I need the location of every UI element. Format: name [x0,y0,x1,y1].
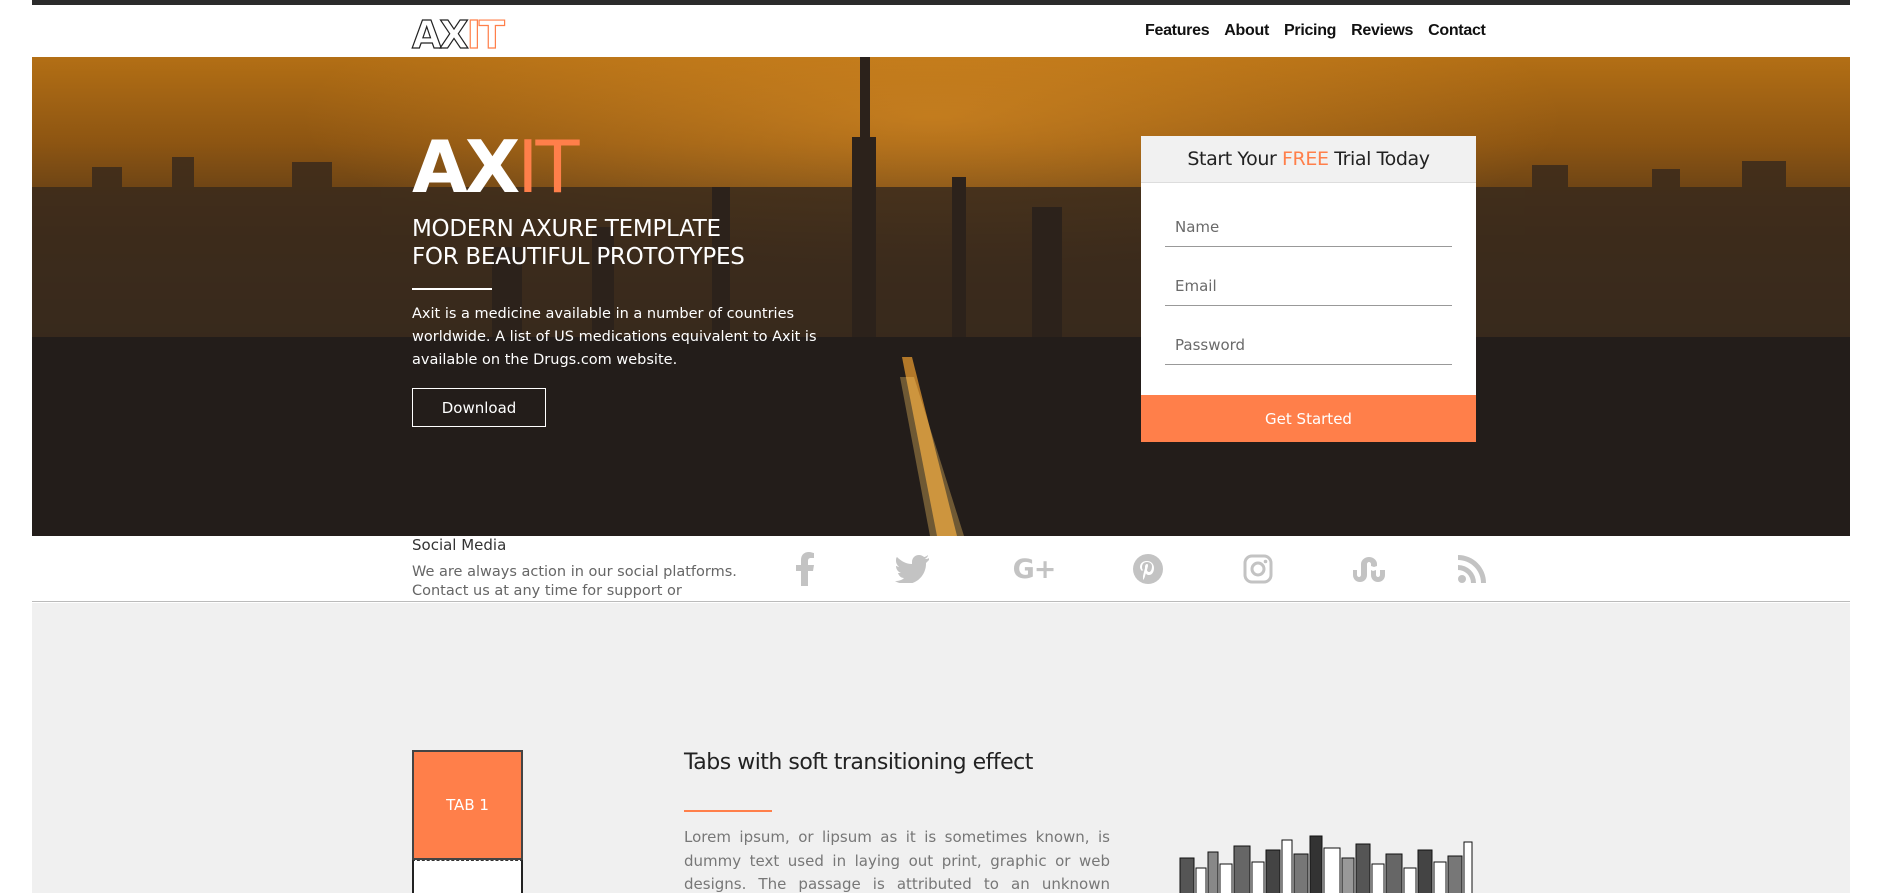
facebook-icon[interactable] [785,549,825,589]
logo-ax: AX [411,13,469,57]
hero-divider [412,288,492,290]
nav-links: Features About Pricing Reviews Contact [1145,22,1486,40]
name-field[interactable] [1165,207,1452,247]
social-title: Social Media [412,536,507,554]
logo-it: IT [466,13,505,57]
nav-link-pricing[interactable]: Pricing [1284,22,1336,40]
trial-heading-free: FREE [1282,148,1329,170]
trial-heading-post: Trial Today [1328,148,1430,170]
city-background-image [32,57,1850,536]
hero-subtitle-line1: MODERN AXURE TEMPLATE [412,216,721,242]
trial-heading: Start Your FREE Trial Today [1141,136,1476,183]
twitter-icon[interactable] [892,549,932,589]
rss-icon[interactable] [1452,549,1492,589]
trial-heading-pre: Start Your [1187,148,1283,170]
instagram-icon[interactable] [1238,549,1278,589]
google-plus-icon[interactable]: G+ [1012,549,1057,589]
tab-2[interactable] [412,860,523,893]
get-started-button[interactable]: Get Started [1141,395,1476,442]
email-field[interactable] [1165,266,1452,306]
hero-section: AXIT MODERN AXURE TEMPLATE FOR BEAUTIFUL… [32,57,1850,536]
nav-link-about[interactable]: About [1224,22,1269,40]
tabs-body-text: Lorem ipsum, or lipsum as it is sometime… [684,828,1110,893]
hero-description: Axit is a medicine available in a number… [412,306,817,368]
logo[interactable]: AXIT [411,13,505,57]
stumbleupon-icon[interactable] [1348,549,1388,589]
hero-subtitle: MODERN AXURE TEMPLATE FOR BEAUTIFUL PROT… [412,215,832,271]
nav-link-reviews[interactable]: Reviews [1351,22,1413,40]
hero-title-ax: AX [412,125,520,209]
download-button[interactable]: Download [412,388,546,427]
tabs-section: TAB 1 Tabs with soft transitioning effec… [32,603,1850,893]
pinterest-icon[interactable] [1128,549,1168,589]
hero-title: AXIT [412,125,579,209]
tabs-divider [684,810,772,812]
trial-signup-card: Start Your FREE Trial Today Get Started [1141,136,1476,442]
nav-link-contact[interactable]: Contact [1428,22,1486,40]
tabs-title: Tabs with soft transitioning effect [684,750,1033,775]
hero-subtitle-line2: FOR BEAUTIFUL PROTOTYPES [412,244,745,270]
social-media-section: Social Media We are always action in our… [32,536,1850,618]
nav-link-features[interactable]: Features [1145,22,1210,40]
tab-1[interactable]: TAB 1 [412,750,523,860]
password-field[interactable] [1165,325,1452,365]
navbar: AXIT Features About Pricing Reviews Cont… [32,5,1850,57]
hero-title-it: IT [517,125,579,209]
social-description-line1: We are always action in our social platf… [412,564,737,580]
skyline-illustration [1179,835,1473,893]
